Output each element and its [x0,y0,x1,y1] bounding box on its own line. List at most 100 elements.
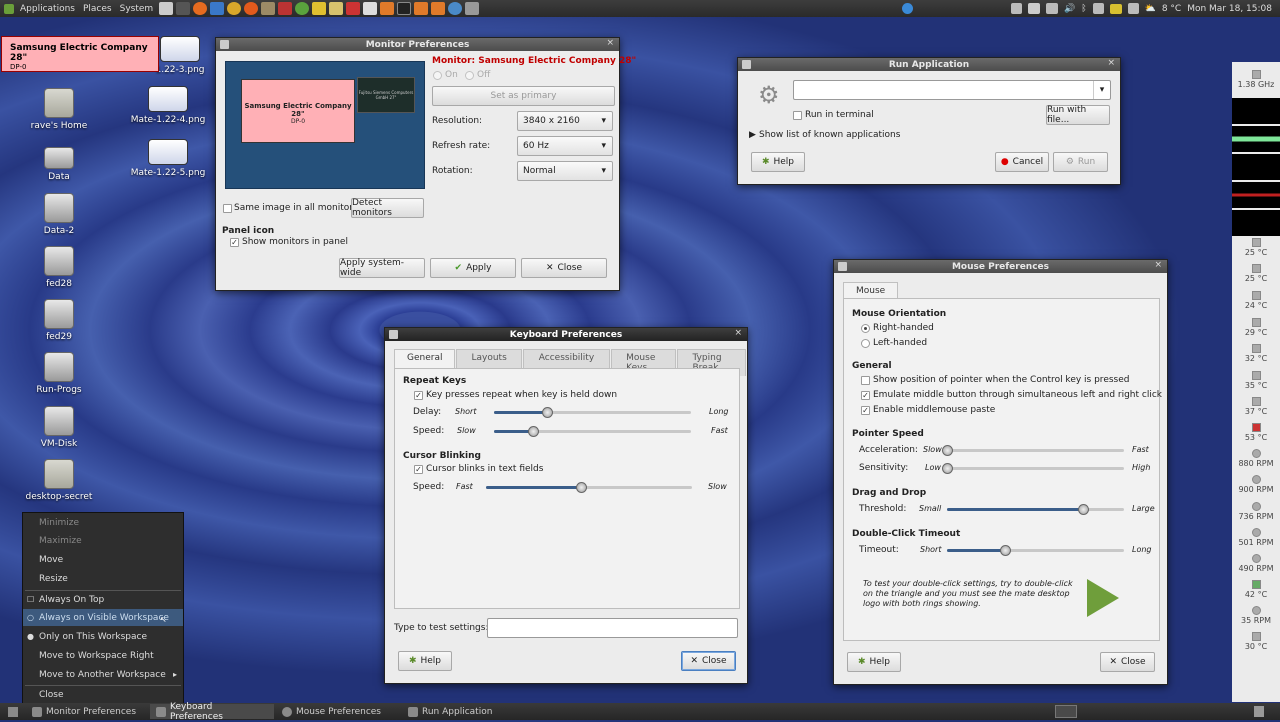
tab-mouse[interactable]: Mouse [843,282,899,299]
show-desktop-icon[interactable] [8,706,18,717]
menu-resize[interactable]: Resize [23,570,183,587]
weather-temp[interactable]: 8 °C [1162,4,1181,14]
app-icon[interactable] [261,2,276,15]
refresh-combo[interactable]: 60 Hz [517,136,613,156]
window-icon[interactable] [389,330,398,339]
help-button[interactable]: ✱ Help [398,651,452,671]
close-button[interactable]: ✕ Close [1100,652,1155,672]
trash-icon[interactable] [1254,706,1264,717]
repeat-checkbox[interactable]: ✓ [414,391,423,400]
help-button[interactable]: ✱ Help [751,152,805,172]
fan-sensor[interactable]: 490 RPM [1232,554,1280,573]
cpu-graph[interactable] [1232,98,1280,124]
globe-icon[interactable] [448,2,463,15]
titlebar[interactable]: Monitor Preferences × [216,38,619,51]
rotation-combo[interactable]: Normal [517,161,613,181]
clock[interactable]: Mon Mar 18, 15:08 [1187,4,1272,14]
screen-icon[interactable] [465,2,480,15]
load-graph[interactable] [1232,182,1280,208]
apply-button[interactable]: ✔ Apply [430,258,516,278]
run-in-terminal-checkbox[interactable] [793,111,802,120]
titlebar[interactable]: Keyboard Preferences × [385,328,747,341]
desktop-icon-png-5[interactable]: Mate-1.22-5.png [128,139,208,178]
desktop-icon-desktop-secret[interactable]: desktop-secret [19,459,99,502]
volume-icon[interactable]: 🔊 [1064,4,1075,14]
slider-knob[interactable] [942,463,953,474]
terminal-launcher-icon[interactable] [176,2,191,15]
expander-arrow-icon[interactable]: ▶ [749,130,756,140]
desktop-icon-home[interactable]: rave's Home [19,88,99,131]
task-mouse-preferences[interactable]: Mouse Preferences [276,704,400,719]
temp-sensor[interactable]: 35 °C [1232,371,1280,390]
chevron-down-icon[interactable]: ▾ [1093,81,1110,99]
slider-knob[interactable] [528,426,540,437]
close-icon[interactable]: × [1154,260,1162,270]
temp-sensor[interactable]: 37 °C [1232,397,1280,416]
blink-checkbox[interactable]: ✓ [414,465,423,474]
app2-icon[interactable] [414,2,429,15]
close-button[interactable]: ✕ Close [521,258,607,278]
bluetooth-icon[interactable]: ᛒ [1081,4,1086,14]
close-icon[interactable]: × [1107,58,1115,68]
show-in-panel-checkbox[interactable]: ✓ [230,238,239,247]
check-icon[interactable] [278,2,293,15]
temp-sensor[interactable]: 25 °C [1232,238,1280,257]
middle-paste-checkbox[interactable]: ✓ [861,406,870,415]
terminal-icon[interactable] [397,2,412,15]
pause-icon[interactable] [902,3,913,14]
close-icon[interactable]: × [606,38,614,48]
menu-workspace-right[interactable]: Move to Workspace Right [23,647,183,664]
fan-sensor[interactable]: 736 RPM [1232,502,1280,521]
show-pointer-checkbox[interactable] [861,376,870,385]
disk-graph[interactable] [1232,210,1280,236]
task-run-application[interactable]: Run Application [402,704,526,719]
desktop-icon-fed29[interactable]: fed29 [19,299,99,342]
titlebar[interactable]: Mouse Preferences × [834,260,1167,273]
chrome-icon[interactable] [227,2,242,15]
tray-app-icon[interactable] [1010,3,1022,14]
fan-sensor[interactable]: 900 RPM [1232,475,1280,494]
apply-system-wide-button[interactable]: Apply system-wide [339,258,425,278]
task-keyboard-preferences[interactable]: Keyboard Preferences [150,702,274,722]
temp-sensor[interactable]: 42 °C [1232,580,1280,599]
temp-sensor[interactable]: 32 °C [1232,344,1280,363]
app3-icon[interactable] [431,2,446,15]
run-with-file-button[interactable]: Run with file... [1046,105,1110,125]
threshold-slider[interactable] [947,504,1124,515]
slider-knob[interactable] [1078,504,1090,515]
temp-sensor[interactable]: 25 °C [1232,264,1280,283]
monitor-main-box[interactable]: Samsung Electric Company 28" DP-0 [241,79,355,143]
monitor-layout-preview[interactable]: Samsung Electric Company 28" DP-0 Fujits… [225,61,425,189]
battery-icon[interactable] [1109,3,1122,14]
window-icon[interactable] [742,60,751,69]
places-menu[interactable]: Places [83,4,112,14]
close-tool-icon[interactable] [244,2,259,15]
help-button[interactable]: ✱ Help [847,652,901,672]
detect-monitors-button[interactable]: Detect monitors [351,198,424,218]
system-menu[interactable]: System [120,4,154,14]
close-icon[interactable]: × [734,328,742,338]
type-to-test-input[interactable] [487,618,738,638]
slider-knob[interactable] [542,407,554,418]
applications-menu[interactable]: Applications [20,4,75,14]
same-image-checkbox[interactable] [223,204,232,213]
close-button[interactable]: ✕ Close [681,651,736,671]
network-icon[interactable] [1092,3,1104,14]
temp-sensor[interactable]: 24 °C [1232,291,1280,310]
window-icon[interactable] [220,40,229,49]
desktop-icon-run-progs[interactable]: Run-Progs [19,352,99,395]
temp-sensor[interactable]: 30 °C [1232,632,1280,651]
desktop-icon-data-2[interactable]: Data-2 [19,193,99,236]
tray-display-icon[interactable] [1027,3,1040,14]
monitor-launcher-icon[interactable] [159,2,174,15]
temp-sensor[interactable]: 29 °C [1232,318,1280,337]
blink-speed-slider[interactable] [486,482,692,493]
emulate-middle-checkbox[interactable]: ✓ [861,391,870,400]
repeat-speed-slider[interactable] [494,426,691,437]
delay-slider[interactable] [494,407,691,418]
cpu-freq[interactable]: 1.38 GHz [1232,70,1280,89]
desktop-icon-data[interactable]: Data [19,141,99,182]
temp-sensor[interactable]: 53 °C [1232,423,1280,442]
cancel-button[interactable]: ● Cancel [995,152,1049,172]
editor-icon[interactable] [312,2,327,15]
